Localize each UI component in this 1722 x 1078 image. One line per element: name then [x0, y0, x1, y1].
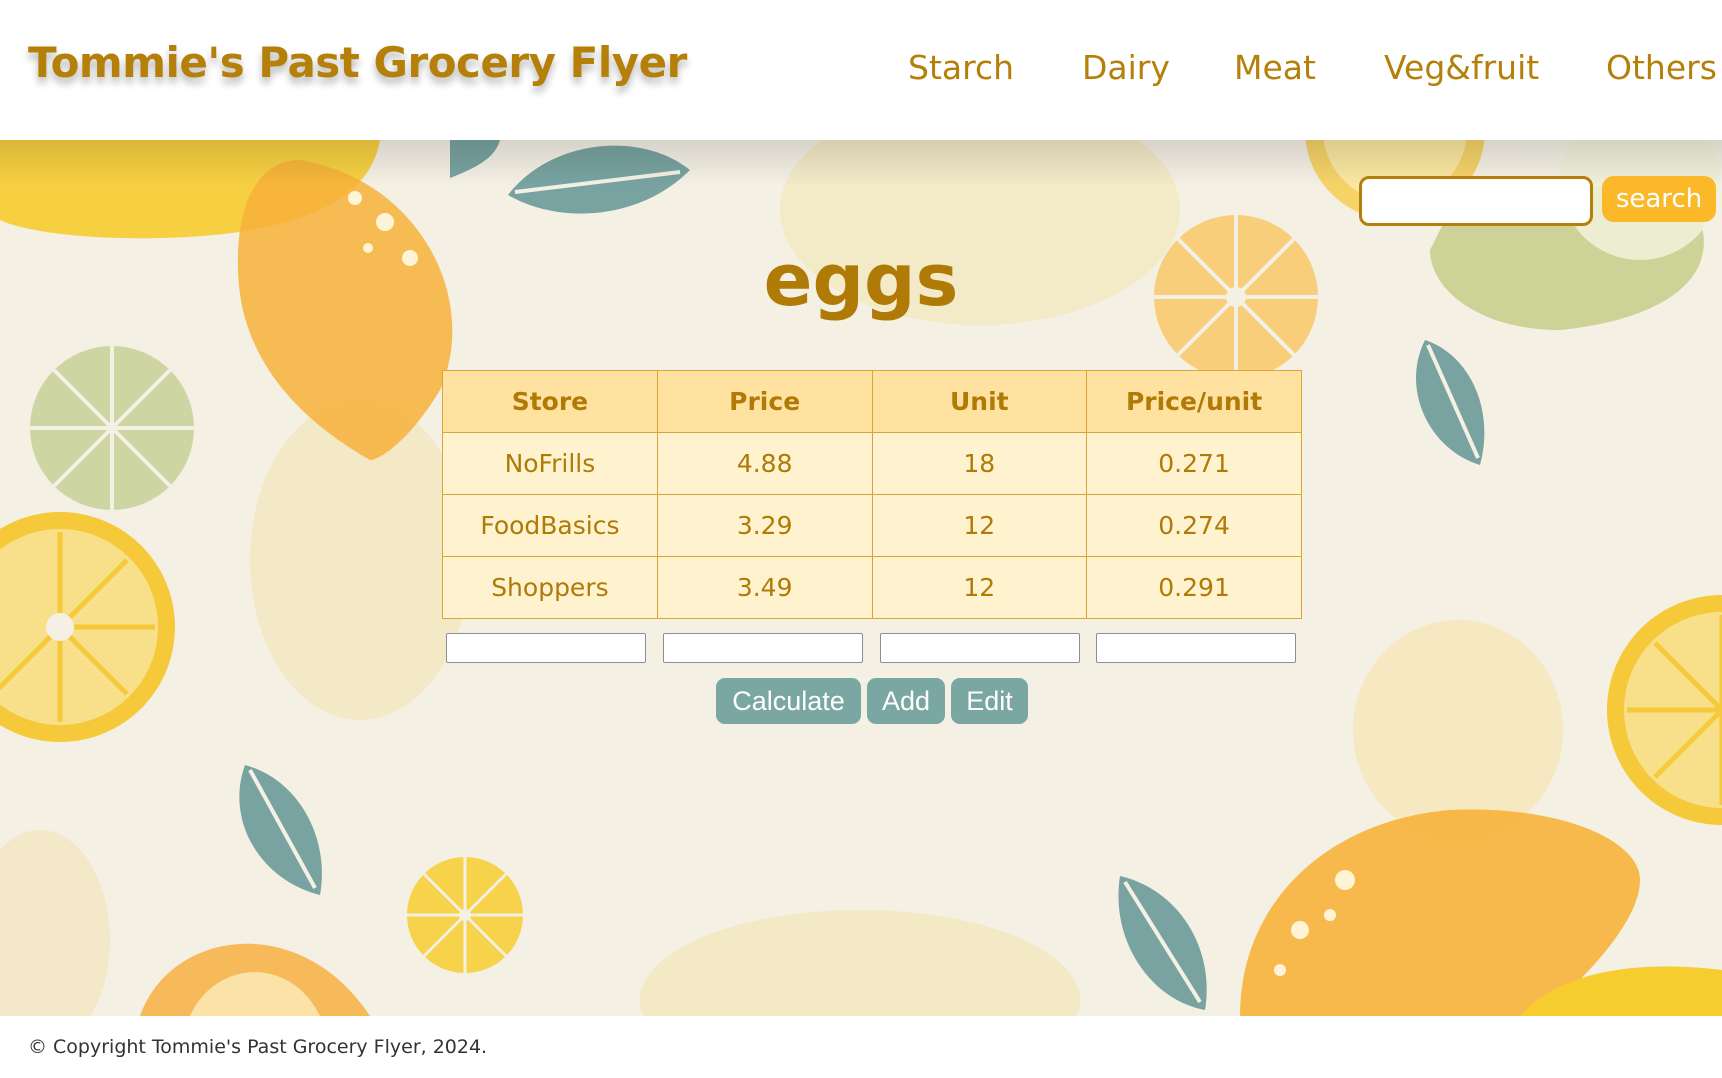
- price-entry-field[interactable]: [663, 633, 863, 663]
- page-title: eggs: [763, 238, 959, 322]
- column-header-unit: Unit: [871, 370, 1088, 433]
- price-per-unit-cell: 0.291: [1086, 556, 1302, 619]
- leaf-illustration: [1416, 340, 1485, 465]
- price-table: Store Price Unit Price/unit NoFrills 4.8…: [442, 370, 1302, 619]
- unit-entry-field[interactable]: [880, 633, 1080, 663]
- table-row[interactable]: NoFrills 4.88 18 0.271: [442, 432, 1302, 495]
- store-entry-field[interactable]: [446, 633, 646, 663]
- lemon-slice-illustration: [407, 857, 523, 973]
- store-cell: NoFrills: [442, 432, 658, 495]
- leaf-illustration: [1118, 876, 1207, 1010]
- copyright-text: © Copyright Tommie's Past Grocery Flyer,…: [28, 1036, 488, 1058]
- lemon-slice-illustration: [0, 512, 175, 742]
- price-per-unit-cell: 0.274: [1086, 494, 1302, 557]
- search-button[interactable]: search: [1602, 176, 1716, 222]
- calculate-button[interactable]: Calculate: [716, 678, 861, 724]
- nav-meat[interactable]: Meat: [1234, 48, 1316, 87]
- price-cell: 3.49: [656, 556, 873, 619]
- price-per-unit-cell: 0.271: [1086, 432, 1302, 495]
- leaf-illustration: [239, 765, 322, 895]
- lemon-slice-illustration: [1607, 595, 1722, 825]
- unit-cell: 18: [871, 432, 1088, 495]
- column-header-price: Price: [656, 370, 873, 433]
- nav-dairy[interactable]: Dairy: [1082, 48, 1170, 87]
- price-per-unit-entry-field[interactable]: [1096, 633, 1296, 663]
- lemon-slice-illustration: [140, 943, 370, 1016]
- search-input[interactable]: [1359, 176, 1593, 226]
- unit-cell: 12: [871, 494, 1088, 557]
- lemon-illustration: [1240, 809, 1722, 1016]
- nav-veg-fruit[interactable]: Veg&fruit: [1384, 48, 1539, 87]
- store-cell: Shoppers: [442, 556, 658, 619]
- unit-cell: 12: [871, 556, 1088, 619]
- store-cell: FoodBasics: [442, 494, 658, 557]
- site-title[interactable]: Tommie's Past Grocery Flyer: [28, 38, 687, 87]
- site-header: Tommie's Past Grocery Flyer Starch Dairy…: [0, 0, 1722, 140]
- main-content: search eggs Store Price Unit Price/unit …: [0, 140, 1722, 1016]
- table-row[interactable]: Shoppers 3.49 12 0.291: [442, 556, 1302, 619]
- site-footer: © Copyright Tommie's Past Grocery Flyer,…: [0, 1016, 1722, 1078]
- nav-starch[interactable]: Starch: [908, 48, 1014, 87]
- price-cell: 3.29: [656, 494, 873, 557]
- table-header-row: Store Price Unit Price/unit: [442, 370, 1302, 433]
- add-button[interactable]: Add: [867, 678, 945, 724]
- table-row[interactable]: FoodBasics 3.29 12 0.274: [442, 494, 1302, 557]
- lemon-slice-illustration: [30, 346, 194, 510]
- price-cell: 4.88: [656, 432, 873, 495]
- column-header-store: Store: [442, 370, 658, 433]
- column-header-price-per-unit: Price/unit: [1086, 370, 1302, 433]
- edit-button[interactable]: Edit: [951, 678, 1028, 724]
- nav-others[interactable]: Others: [1606, 48, 1717, 87]
